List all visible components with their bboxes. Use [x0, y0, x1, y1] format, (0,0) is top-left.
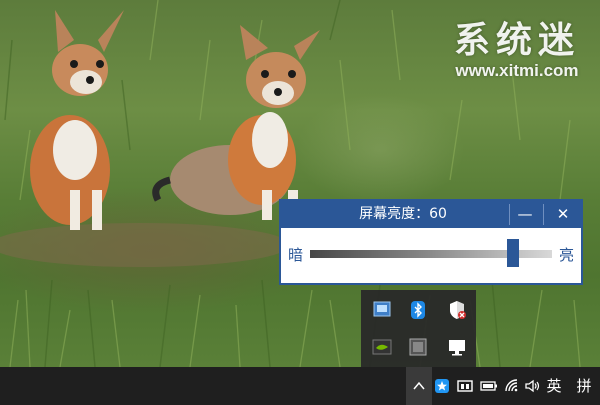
- brightness-dialog: 屏幕亮度：60 — ✕ 暗 亮: [279, 199, 583, 285]
- close-button[interactable]: ✕: [549, 201, 577, 228]
- window-icon[interactable]: [455, 367, 475, 405]
- wifi-icon[interactable]: [502, 367, 522, 405]
- volume-icon[interactable]: [522, 367, 542, 405]
- windows-defender-icon[interactable]: [446, 299, 468, 321]
- title-separator: [543, 204, 544, 225]
- minimize-button[interactable]: —: [511, 201, 539, 228]
- show-hidden-icons-button[interactable]: [406, 367, 432, 405]
- monitor-icon[interactable]: [446, 336, 468, 358]
- chevron-up-icon: [413, 381, 425, 390]
- ime-mode-indicator[interactable]: 拼: [574, 367, 594, 405]
- brightness-title: 屏幕亮度：60: [359, 206, 447, 222]
- dark-label: 暗: [288, 246, 304, 264]
- bluetooth-icon[interactable]: [407, 299, 429, 321]
- storage-device-icon[interactable]: [407, 336, 429, 358]
- brightness-title-bar[interactable]: 屏幕亮度：60 — ✕: [281, 201, 581, 228]
- watermark-url: www.xitmi.com: [455, 61, 579, 80]
- taskbar: 英 拼: [0, 367, 600, 405]
- language-indicator[interactable]: 英: [544, 367, 564, 405]
- display-settings-icon[interactable]: [371, 299, 393, 321]
- tray-overflow-flyout: [361, 290, 476, 367]
- bright-label: 亮: [559, 246, 575, 264]
- site-watermark: 系统迷 www.xitmi.com: [454, 20, 580, 82]
- brightness-slider-thumb[interactable]: [507, 239, 520, 267]
- watermark-name: 系统迷: [453, 19, 580, 61]
- title-separator: [509, 204, 510, 225]
- nvidia-icon[interactable]: [371, 336, 393, 358]
- battery-icon[interactable]: [478, 367, 498, 405]
- app-star-icon[interactable]: [432, 367, 452, 405]
